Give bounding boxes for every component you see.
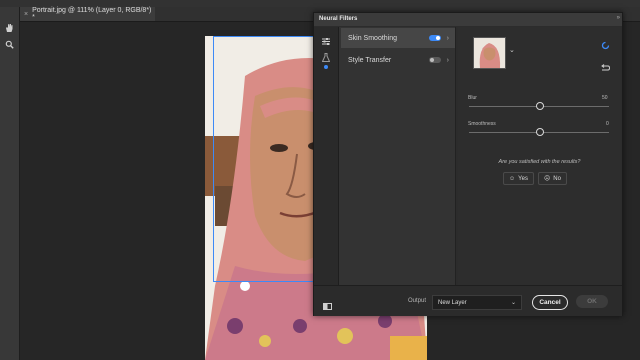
no-label: No (553, 175, 561, 182)
filter-list: Skin Smoothing › Style Transfer › (339, 27, 456, 285)
document-tab-title: Portrait.jpg @ 111% (Layer 0, RGB/8*) * (32, 7, 152, 21)
filter-label: Skin Smoothing (348, 34, 398, 42)
filter-label: Style Transfer (348, 56, 392, 64)
output-value: New Layer (438, 299, 467, 306)
feedback-no-button[interactable]: ☹ No (538, 172, 567, 185)
skin-smoothing-toggle[interactable] (428, 35, 441, 41)
panel-sidebar (314, 27, 339, 285)
blur-label: Blur (468, 95, 477, 101)
style-transfer-toggle[interactable] (428, 57, 441, 63)
chevron-down-icon[interactable]: ⌄ (509, 46, 515, 54)
document-tab[interactable]: × Portrait.jpg @ 111% (Layer 0, RGB/8*) … (20, 7, 155, 21)
feedback-question: Are you satisfied with the results? (498, 159, 581, 165)
zoom-icon[interactable] (2, 38, 17, 51)
filter-row-style-transfer[interactable]: Style Transfer › (341, 50, 455, 70)
chevron-right-icon[interactable]: › (447, 35, 449, 42)
smile-icon: ☺ (509, 175, 516, 182)
feedback-yes-button[interactable]: ☺ Yes (503, 172, 534, 185)
chevron-right-icon[interactable]: › (447, 57, 449, 64)
preview-thumbnail[interactable] (473, 37, 506, 69)
smoothness-slider-handle[interactable] (536, 128, 544, 136)
toggle-knob (435, 36, 440, 40)
compare-icon[interactable] (323, 297, 332, 315)
reset-icon[interactable] (601, 59, 611, 77)
active-indicator (324, 65, 328, 69)
expand-icon[interactable]: » (617, 15, 620, 21)
output-select[interactable]: New Layer ⌄ (432, 295, 522, 310)
yes-label: Yes (518, 175, 528, 182)
ok-button[interactable]: OK (576, 295, 608, 308)
smoothness-label: Smoothness (468, 121, 496, 127)
output-label: Output (408, 298, 427, 304)
cancel-button[interactable]: Cancel (532, 295, 568, 310)
tools-panel (0, 7, 20, 360)
app-top-bar (0, 0, 640, 7)
selection-marquee (213, 36, 314, 282)
smoothness-value[interactable]: 0 (606, 121, 609, 127)
panel-title: Neural Filters (314, 13, 622, 26)
panel-footer: Output New Layer ⌄ Cancel OK (314, 285, 622, 316)
frown-icon: ☹ (544, 176, 551, 182)
neural-filters-panel: Neural Filters » Skin Smoothing › Style … (313, 12, 623, 316)
hand-icon[interactable] (2, 21, 17, 34)
filter-row-skin-smoothing[interactable]: Skin Smoothing › (341, 28, 455, 48)
refresh-icon (601, 37, 610, 55)
blur-slider-handle[interactable] (536, 102, 544, 110)
chevron-down-icon: ⌄ (510, 300, 516, 306)
filter-settings: ⌄ Blur 50 Smoothness 0 Are you satisfied… (458, 27, 621, 285)
close-tab-icon[interactable]: × (24, 11, 28, 18)
toggle-knob (429, 58, 434, 62)
blur-value[interactable]: 50 (602, 95, 608, 101)
